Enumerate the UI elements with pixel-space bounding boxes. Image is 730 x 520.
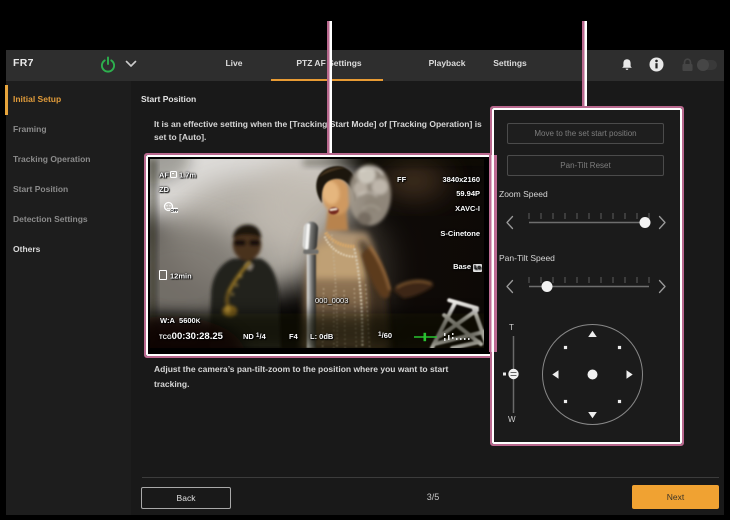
svg-text:OFF: OFF [170,208,178,213]
